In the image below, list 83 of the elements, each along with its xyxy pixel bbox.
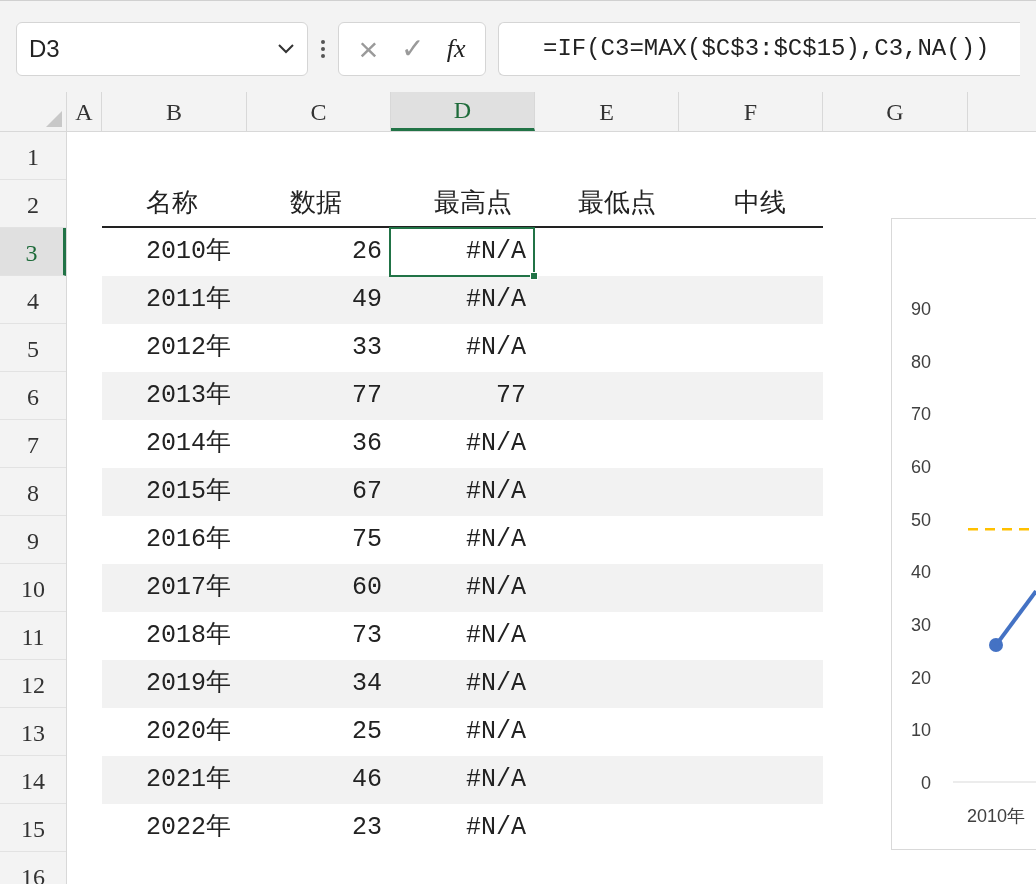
table-cell[interactable]: #N/A: [390, 756, 534, 804]
axis-tick-label: 60: [910, 457, 931, 477]
table-cell-text: 2018年: [145, 620, 232, 653]
table-cell-text: 2021年: [145, 764, 232, 797]
axis-tick-label: 30: [910, 615, 931, 635]
row-header[interactable]: 5: [0, 324, 66, 372]
table-cell-text: 2013年: [145, 380, 232, 413]
table-cell-text: 2011年: [145, 284, 232, 317]
column-header[interactable]: D: [391, 92, 535, 131]
table-cell-text: 60: [351, 572, 383, 605]
table-cell-text: 33: [351, 332, 383, 365]
formula-bar[interactable]: =IF(C3=MAX($C$3:$C$15),C3,NA()): [498, 21, 1020, 76]
table-cell-text: 49: [351, 284, 383, 317]
table-cell-text: 23: [351, 812, 383, 845]
column-header[interactable]: G: [823, 92, 968, 131]
axis-tick-label: 10: [910, 720, 931, 741]
table-cell-text: 2014年: [145, 428, 232, 461]
row-header[interactable]: 3: [0, 228, 66, 276]
row-header[interactable]: 7: [0, 420, 66, 468]
axis-tick-label: 40: [910, 562, 931, 583]
axis-tick-label: 20: [910, 667, 931, 688]
column-header[interactable]: F: [679, 92, 823, 131]
row-header[interactable]: 1: [0, 132, 66, 180]
table-cell-text: 2012年: [145, 332, 232, 365]
table-cell[interactable]: #N/A: [390, 420, 534, 468]
column-header[interactable]: E: [535, 92, 679, 131]
table-cell-text: 34: [351, 668, 383, 701]
table-cell-text: 75: [351, 524, 383, 557]
table-cell[interactable]: #N/A: [390, 660, 534, 708]
more-options-icon[interactable]: [320, 37, 326, 60]
table-cell[interactable]: #N/A: [390, 804, 534, 852]
axis-tick-label: 80: [910, 351, 931, 372]
column-heading: 最高点: [434, 186, 512, 219]
column-heading: 数据: [290, 186, 342, 219]
row-header[interactable]: 8: [0, 468, 66, 516]
table-cell-text: 2022年: [145, 812, 232, 845]
table-cell-text: 2015年: [145, 476, 232, 509]
row-header[interactable]: 13: [0, 708, 66, 756]
table-cell-text: 2016年: [145, 524, 232, 557]
table-cell[interactable]: #N/A: [390, 516, 534, 564]
table-cell-text: 73: [351, 620, 383, 653]
table-cell-text: 36: [351, 428, 383, 461]
table-cell[interactable]: #N/A: [390, 228, 534, 276]
fill-handle[interactable]: [530, 272, 538, 280]
axis-tick-label: 0: [921, 773, 931, 793]
chevron-down-icon: [277, 42, 295, 55]
row-header[interactable]: 6: [0, 372, 66, 420]
column-header[interactable]: A: [67, 92, 102, 131]
table-cell-text: 67: [351, 476, 383, 509]
axis-tick-label: 90: [910, 299, 931, 319]
table-cell-text: 2020年: [145, 716, 232, 749]
table-cell[interactable]: #N/A: [390, 276, 534, 324]
axis-tick-label: 70: [910, 404, 931, 425]
table-cell-text: 2010年: [145, 236, 232, 269]
insert-function-button[interactable]: fx: [446, 35, 466, 62]
table-cell[interactable]: #N/A: [390, 564, 534, 612]
row-header[interactable]: 12: [0, 660, 66, 708]
column-heading: 中线: [734, 186, 786, 219]
table-cell[interactable]: #N/A: [390, 468, 534, 516]
table-cell-text: 25: [351, 716, 383, 749]
row-header[interactable]: 9: [0, 516, 66, 564]
cell-reference: D3: [29, 33, 60, 64]
table-cell-text: 77: [351, 380, 383, 413]
column-heading: 名称: [146, 186, 198, 219]
table-cell-text: 46: [351, 764, 383, 797]
table-cell-text: 2019年: [145, 668, 232, 701]
column-header[interactable]: B: [102, 92, 247, 131]
axis-tick-label: 50: [910, 509, 931, 530]
table-cell[interactable]: #N/A: [390, 708, 534, 756]
row-header[interactable]: 15: [0, 804, 66, 852]
row-header[interactable]: 4: [0, 276, 66, 324]
table-cell-text: 26: [351, 236, 383, 269]
table-cell[interactable]: 77: [390, 372, 534, 420]
row-header[interactable]: 11: [0, 612, 66, 660]
name-box[interactable]: D3: [16, 21, 308, 76]
row-header[interactable]: 14: [0, 756, 66, 804]
formula-text: =IF(C3=MAX($C$3:$C$15),C3,NA()): [543, 33, 990, 64]
axis-category-label: 2010年: [967, 806, 1025, 826]
table-cell[interactable]: #N/A: [390, 324, 534, 372]
table-cell-text: 2017年: [145, 572, 232, 605]
column-heading: 最低点: [578, 186, 656, 219]
table-cell[interactable]: #N/A: [390, 612, 534, 660]
row-header[interactable]: 10: [0, 564, 66, 612]
